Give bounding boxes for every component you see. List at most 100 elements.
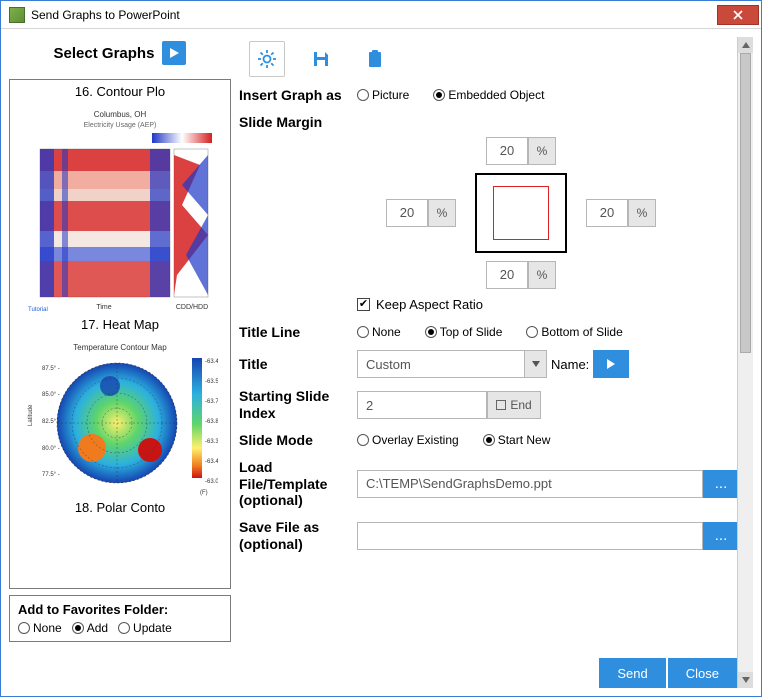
- right-scrollbar[interactable]: [737, 37, 753, 688]
- graph-item[interactable]: Columbus, OH Electricity Usage (AEP): [12, 105, 228, 332]
- radio-label: Picture: [372, 88, 409, 102]
- radio-label: Embedded Object: [448, 88, 544, 102]
- starting-index-input[interactable]: [357, 391, 487, 419]
- keep-aspect-checkbox[interactable]: [357, 298, 370, 311]
- radio-label: Update: [133, 621, 172, 635]
- window-title: Send Graphs to PowerPoint: [31, 8, 180, 22]
- svg-text:(F): (F): [200, 490, 208, 496]
- svg-text:87.5° -: 87.5° -: [42, 366, 60, 372]
- chevron-up-icon: [742, 42, 750, 48]
- favorites-heading: Add to Favorites Folder:: [18, 602, 222, 617]
- graph-caption: 17. Heat Map: [12, 317, 228, 332]
- titlebar: Send Graphs to PowerPoint: [1, 1, 761, 29]
- end-toggle-button[interactable]: End: [487, 391, 541, 419]
- radio-label: Start New: [498, 433, 551, 447]
- scroll-up-button[interactable]: [738, 37, 753, 53]
- title-run-button[interactable]: [593, 350, 629, 378]
- favorites-panel: Add to Favorites Folder: None Add Update: [9, 595, 231, 642]
- svg-text:Time: Time: [96, 304, 111, 311]
- starting-index-label: Starting Slide Index: [239, 388, 357, 422]
- radio-embedded-object[interactable]: Embedded Object: [433, 88, 544, 102]
- margin-bottom-unit-button[interactable]: %: [528, 261, 556, 289]
- save-file-input[interactable]: [357, 522, 703, 550]
- slide-mode-label: Slide Mode: [239, 432, 357, 449]
- margin-left-input[interactable]: [386, 199, 428, 227]
- radio-icon: [357, 326, 369, 338]
- radio-picture[interactable]: Picture: [357, 88, 409, 102]
- radio-icon: [357, 434, 369, 446]
- scroll-down-button[interactable]: [738, 672, 753, 688]
- select-graphs-header: Select Graphs: [9, 37, 231, 73]
- radio-label: Bottom of Slide: [541, 325, 622, 339]
- svg-text:-63.45: -63.45: [205, 359, 218, 365]
- svg-text:CDD/HDD: CDD/HDD: [176, 304, 208, 311]
- favorites-option-none[interactable]: None: [18, 621, 62, 635]
- radio-overlay[interactable]: Overlay Existing: [357, 433, 459, 447]
- close-icon: [733, 10, 743, 20]
- browse-load-file-button[interactable]: ...: [703, 470, 739, 498]
- load-file-input[interactable]: [357, 470, 703, 498]
- favorites-option-update[interactable]: Update: [118, 621, 172, 635]
- margin-bottom-input[interactable]: [486, 261, 528, 289]
- graph-caption: 16. Contour Plo: [12, 84, 228, 99]
- svg-text:85.0° -: 85.0° -: [42, 392, 60, 398]
- radio-icon: [72, 622, 84, 634]
- left-panel: Select Graphs 16. Contour Plo Columbus, …: [9, 37, 231, 688]
- margin-preview-inner: [493, 186, 549, 240]
- gear-icon: [257, 49, 277, 69]
- tab-clipboard[interactable]: [357, 41, 393, 77]
- tab-settings[interactable]: [249, 41, 285, 77]
- margin-preview: [475, 173, 567, 253]
- title-dropdown-value: Custom: [366, 357, 411, 372]
- chevron-down-icon: [524, 351, 546, 377]
- margin-top-unit-button[interactable]: %: [528, 137, 556, 165]
- svg-text:-63.55: -63.55: [205, 379, 218, 385]
- margin-left-unit-button[interactable]: %: [428, 199, 456, 227]
- scroll-track[interactable]: [738, 53, 753, 672]
- margin-top-input[interactable]: [486, 137, 528, 165]
- graph-item[interactable]: 16. Contour Plo: [12, 84, 228, 99]
- radio-title-none[interactable]: None: [357, 325, 401, 339]
- svg-text:-63.70: -63.70: [205, 399, 218, 405]
- radio-title-bottom[interactable]: Bottom of Slide: [526, 325, 622, 339]
- svg-text:Latitude: Latitude: [28, 404, 34, 426]
- graph-thumbnail-heatmap: Columbus, OH Electricity Usage (AEP): [22, 105, 218, 315]
- load-file-label: Load File/Template (optional): [239, 459, 357, 509]
- title-dropdown[interactable]: Custom: [357, 350, 547, 378]
- graph-thumbnail-polar: Temperature Contour Map: [22, 338, 218, 498]
- title-line-label: Title Line: [239, 324, 357, 341]
- margin-right-input[interactable]: [586, 199, 628, 227]
- send-label: Send: [617, 666, 647, 681]
- unit-label: %: [437, 206, 448, 220]
- send-button[interactable]: Send: [599, 658, 665, 688]
- play-icon: [168, 47, 180, 59]
- slide-margin-label: Slide Margin: [239, 114, 357, 131]
- select-graphs-play-button[interactable]: [162, 41, 186, 65]
- margin-right-unit-button[interactable]: %: [628, 199, 656, 227]
- chevron-down-icon: [742, 677, 750, 683]
- svg-text:-63.85: -63.85: [205, 419, 218, 425]
- svg-text:77.5° -: 77.5° -: [42, 472, 60, 478]
- radio-start-new[interactable]: Start New: [483, 433, 551, 447]
- tab-save[interactable]: [303, 41, 339, 77]
- title-label: Title: [239, 356, 357, 373]
- graphs-list[interactable]: 16. Contour Plo Columbus, OH Electricity…: [9, 79, 231, 589]
- toolbar-tabs: [239, 37, 739, 87]
- keep-aspect-label: Keep Aspect Ratio: [376, 297, 483, 312]
- svg-text:Temperature Contour Map: Temperature Contour Map: [73, 343, 167, 352]
- radio-label: Top of Slide: [440, 325, 503, 339]
- graph-item[interactable]: Temperature Contour Map: [12, 338, 228, 515]
- radio-label: None: [33, 621, 62, 635]
- radio-label: Add: [87, 621, 108, 635]
- svg-text:-63.04: -63.04: [205, 479, 218, 485]
- radio-icon: [357, 89, 369, 101]
- favorites-option-add[interactable]: Add: [72, 621, 108, 635]
- scroll-thumb[interactable]: [740, 53, 751, 353]
- radio-title-top[interactable]: Top of Slide: [425, 325, 503, 339]
- close-window-button[interactable]: [717, 5, 759, 25]
- radio-icon: [118, 622, 130, 634]
- unit-label: %: [537, 144, 548, 158]
- browse-save-file-button[interactable]: ...: [703, 522, 739, 550]
- close-button[interactable]: Close: [668, 658, 737, 688]
- play-icon: [606, 359, 616, 369]
